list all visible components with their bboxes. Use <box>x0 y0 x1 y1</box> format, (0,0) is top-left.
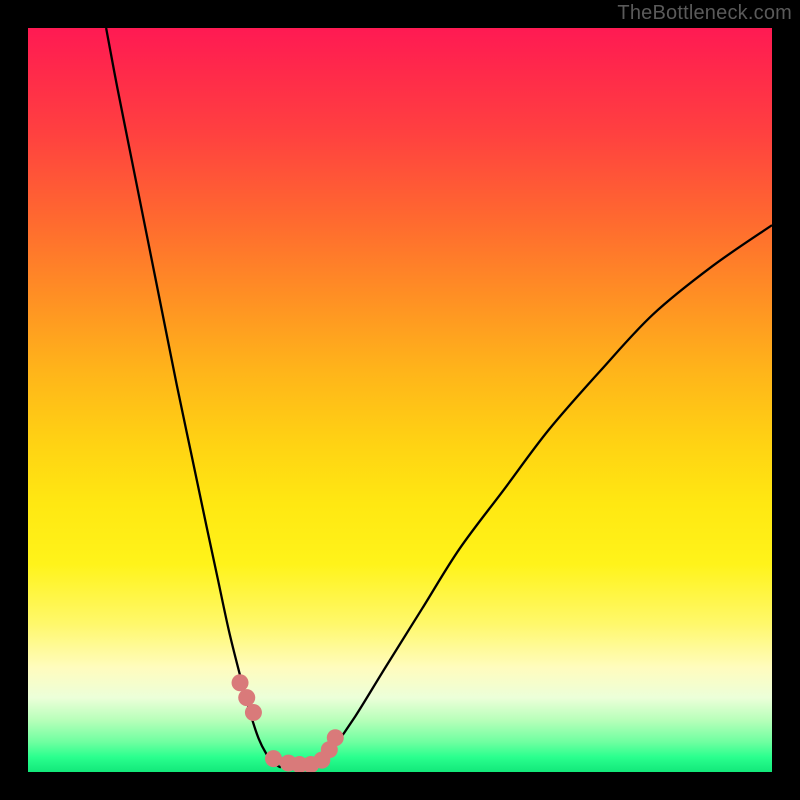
curve-overlay <box>28 28 772 772</box>
data-marker <box>265 750 282 767</box>
data-marker <box>232 674 249 691</box>
chart-frame: TheBottleneck.com <box>0 0 800 800</box>
watermark-text: TheBottleneck.com <box>617 2 792 25</box>
data-marker <box>238 689 255 706</box>
data-marker <box>327 729 344 746</box>
right-curve <box>311 225 772 767</box>
left-curve <box>106 28 281 768</box>
data-markers <box>232 674 344 772</box>
data-marker <box>245 704 262 721</box>
plot-area <box>28 28 772 772</box>
